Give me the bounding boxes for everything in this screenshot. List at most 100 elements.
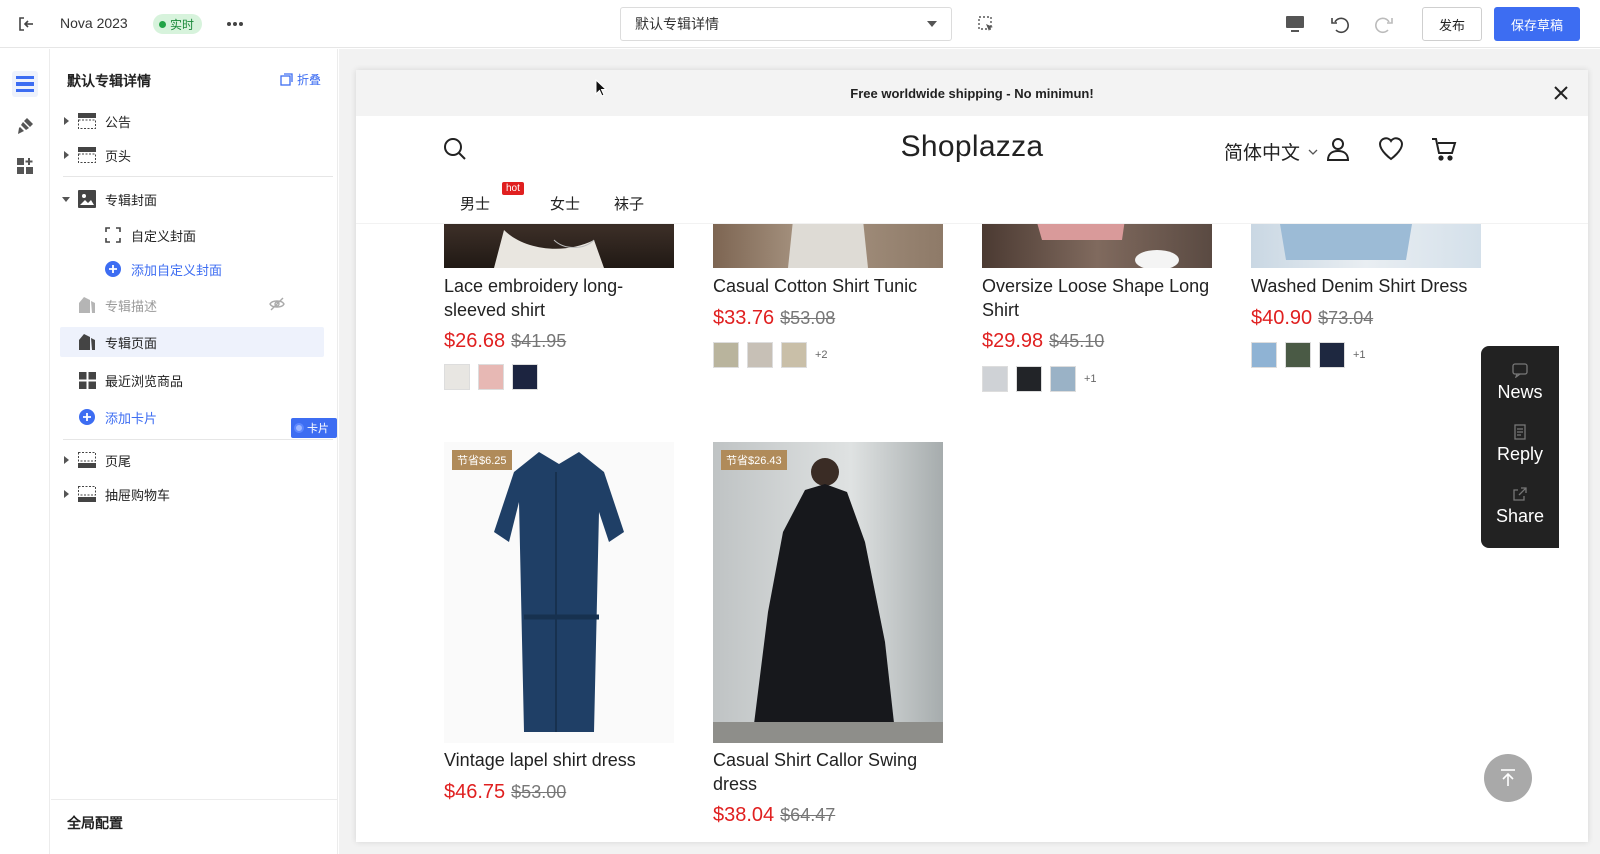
advanced-cards-badge[interactable]: 高级卡片广场 xyxy=(291,407,337,451)
desktop-view-icon[interactable] xyxy=(1283,12,1307,36)
caret-right-icon[interactable] xyxy=(60,149,72,161)
select-element-icon[interactable] xyxy=(974,12,998,36)
hidden-eye-icon[interactable] xyxy=(269,297,285,311)
social-news-button[interactable]: News xyxy=(1481,362,1559,403)
caret-down-icon[interactable] xyxy=(60,193,72,205)
divider xyxy=(51,799,338,800)
caret-right-icon[interactable] xyxy=(60,454,72,466)
exit-icon[interactable] xyxy=(14,12,38,36)
more-colors-count[interactable]: +1 xyxy=(1084,373,1097,385)
product-price: $26.68 $41.95 xyxy=(444,330,566,353)
undo-icon[interactable] xyxy=(1328,12,1352,36)
color-swatch[interactable] xyxy=(444,364,470,390)
color-swatch[interactable] xyxy=(781,342,807,368)
product-title[interactable]: Washed Denim Shirt Dress xyxy=(1251,274,1481,298)
announcement-bar: Free worldwide shipping - No minimun! xyxy=(356,70,1588,116)
sidebar-item-recently-viewed[interactable]: 最近浏览商品 xyxy=(77,365,323,395)
add-card-button[interactable]: 添加卡片 xyxy=(77,402,277,432)
collapse-icon xyxy=(280,73,293,86)
back-to-top-button[interactable] xyxy=(1484,754,1532,802)
tag-block-icon xyxy=(77,332,97,352)
more-options-icon[interactable] xyxy=(223,12,247,36)
live-dot-icon xyxy=(159,20,166,28)
mouse-cursor-icon xyxy=(595,79,607,97)
sidebar-item-cart-drawer[interactable]: 抽屉购物车 xyxy=(60,479,380,509)
apps-icon[interactable] xyxy=(12,153,38,179)
hot-badge: hot xyxy=(502,182,524,195)
sale-price: $29.98 xyxy=(982,330,1044,352)
sidebar-item-header[interactable]: 页头 xyxy=(60,140,380,170)
color-swatch[interactable] xyxy=(1016,366,1042,392)
product-title[interactable]: Lace embroidery long-sleeved shirt xyxy=(444,274,674,322)
sidebar-item-announcement[interactable]: 公告 xyxy=(60,106,380,136)
chevron-down-icon xyxy=(1308,149,1318,155)
social-label: Reply xyxy=(1496,444,1544,464)
compare-price: $45.10 xyxy=(1049,331,1105,351)
more-colors-count[interactable]: +1 xyxy=(1353,349,1366,361)
sidebar-item-album-description[interactable]: 专辑描述 xyxy=(77,290,323,320)
save-draft-button[interactable]: 保存草稿 xyxy=(1494,7,1580,41)
color-swatch[interactable] xyxy=(747,342,773,368)
theme-style-icon[interactable] xyxy=(12,113,38,139)
product-title[interactable]: Casual Shirt Callor Swing dress xyxy=(713,748,943,796)
product-image[interactable]: 节省$6.25 xyxy=(444,442,674,743)
color-swatch[interactable] xyxy=(1319,342,1345,368)
header-block-icon xyxy=(77,111,97,131)
sidebar-item-label: 页尾 xyxy=(105,453,132,469)
product-price: $46.75 $53.00 xyxy=(444,781,566,804)
product-title[interactable]: Vintage lapel shirt dress xyxy=(444,748,674,772)
nav-item-men[interactable]: 男士 xyxy=(460,193,490,214)
tag-block-icon xyxy=(77,295,97,315)
page-select-value: 默认专辑详情 xyxy=(635,16,719,32)
collapse-button[interactable]: 折叠 xyxy=(280,71,321,88)
chevron-down-icon xyxy=(927,21,937,27)
social-widget: News Reply Share xyxy=(1481,346,1559,548)
sidebar-item-album-cover[interactable]: 专辑封面 xyxy=(60,184,380,214)
cart-icon[interactable] xyxy=(1431,136,1457,162)
more-colors-count[interactable]: +2 xyxy=(815,349,828,361)
footer-block-icon xyxy=(77,450,97,470)
page-template-select[interactable]: 默认专辑详情 xyxy=(620,7,952,41)
live-status-badge: 实时 xyxy=(153,14,203,34)
color-swatch[interactable] xyxy=(1285,342,1311,368)
social-label: News xyxy=(1497,382,1543,402)
sidebar-item-label: 专辑描述 xyxy=(105,298,158,314)
nav-item-women[interactable]: 女士 xyxy=(550,193,580,214)
frame-icon xyxy=(103,225,123,245)
publish-button[interactable]: 发布 xyxy=(1422,7,1482,41)
caret-right-icon[interactable] xyxy=(60,488,72,500)
store-name: Nova 2023 xyxy=(60,15,128,31)
language-select[interactable]: 简体中文 xyxy=(1224,138,1318,165)
sidebar-item-custom-cover[interactable]: 自定义封面 xyxy=(103,220,363,250)
caret-right-icon[interactable] xyxy=(60,115,72,127)
divider xyxy=(63,439,333,440)
global-config-button[interactable]: 全局配置 xyxy=(67,813,123,833)
sidebar-item-label: 专辑页面 xyxy=(105,335,158,351)
product-title[interactable]: Oversize Loose Shape Long Shirt xyxy=(982,274,1212,322)
compare-price: $73.04 xyxy=(1318,308,1374,328)
color-swatch[interactable] xyxy=(982,366,1008,392)
sale-price: $26.68 xyxy=(444,330,506,352)
product-title[interactable]: Casual Cotton Shirt Tunic xyxy=(713,274,943,298)
color-swatch[interactable] xyxy=(713,342,739,368)
wishlist-heart-icon[interactable] xyxy=(1378,136,1404,162)
color-swatch[interactable] xyxy=(1050,366,1076,392)
color-swatch[interactable] xyxy=(1251,342,1277,368)
sale-price: $33.76 xyxy=(713,307,775,329)
close-icon[interactable] xyxy=(1552,84,1570,102)
social-share-button[interactable]: Share xyxy=(1481,486,1559,527)
sections-icon[interactable] xyxy=(12,71,38,97)
add-custom-cover-button[interactable]: 添加自定义封面 xyxy=(103,254,363,284)
product-price: $33.76 $53.08 xyxy=(713,307,835,330)
sidebar-item-album-page[interactable]: 专辑页面 xyxy=(60,327,324,357)
account-icon[interactable] xyxy=(1325,136,1351,162)
announcement-text: Free worldwide shipping - No minimun! xyxy=(850,85,1094,101)
social-reply-button[interactable]: Reply xyxy=(1481,424,1559,465)
redo-icon[interactable] xyxy=(1372,12,1396,36)
footer-block-icon xyxy=(77,484,97,504)
sidebar-item-footer[interactable]: 页尾 xyxy=(60,445,380,475)
color-swatch[interactable] xyxy=(512,364,538,390)
color-swatch[interactable] xyxy=(478,364,504,390)
product-image[interactable]: 节省$26.43 xyxy=(713,442,943,743)
nav-item-socks[interactable]: 袜子 xyxy=(614,193,644,214)
